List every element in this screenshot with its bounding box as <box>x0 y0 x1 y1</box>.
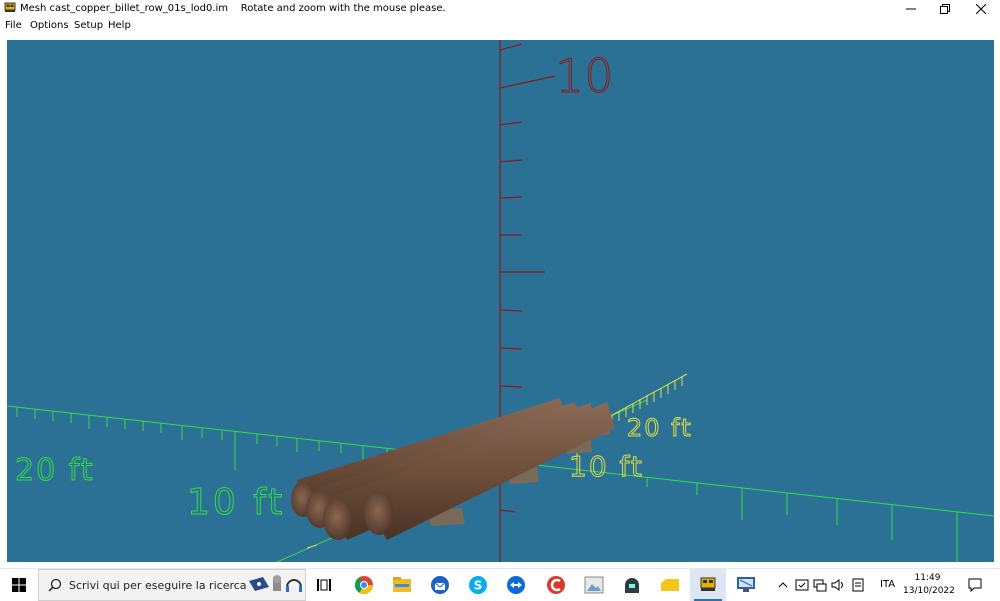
language-indicator[interactable]: ITA <box>880 578 895 591</box>
chrome-icon <box>355 576 373 595</box>
tray-security-button[interactable] <box>794 569 810 601</box>
right-axis-far-label: 20 ft <box>627 414 693 442</box>
cortana-widget-icon[interactable] <box>247 573 303 597</box>
chrome-button[interactable] <box>346 569 382 601</box>
folder-yellow-button[interactable] <box>652 569 688 601</box>
menu-options[interactable]: Options <box>30 19 69 32</box>
tray-overflow-button[interactable] <box>776 569 790 601</box>
search-icon <box>48 578 62 592</box>
search-placeholder: Scrivi qui per eseguire la ricerca <box>69 579 247 592</box>
teamviewer-icon <box>507 576 525 594</box>
file-explorer-button[interactable] <box>384 569 420 601</box>
menu-setup[interactable]: Setup <box>74 19 103 32</box>
left-axis-far-label: 20 ft <box>15 453 95 488</box>
svg-text:S: S <box>474 579 483 593</box>
ccleaner-button[interactable] <box>538 569 574 601</box>
vertical-scale-label: 10 <box>555 49 614 103</box>
3d-viewport[interactable]: 10 20 ft 10 ft 10 ft 20 ft <box>7 40 994 562</box>
network-icon <box>813 579 827 592</box>
restore-button[interactable] <box>930 0 960 17</box>
remote-desktop-button[interactable] <box>728 569 764 601</box>
window-title: Mesh cast_copper_billet_row_01s_lod0.im … <box>20 3 446 14</box>
left-axis-near-label: 10 ft <box>187 482 285 523</box>
vertical-axis <box>499 40 556 562</box>
clock-date[interactable]: 13/10/2022 <box>903 585 955 597</box>
volume-icon <box>831 579 843 591</box>
menu-bar: File Options Setup Help <box>0 17 1000 34</box>
document-icon <box>852 578 864 592</box>
image-viewer-icon <box>584 576 604 594</box>
title-bar: Mesh cast_copper_billet_row_01s_lod0.im … <box>0 0 1000 17</box>
folder-yellow-icon <box>661 579 679 591</box>
notification-icon <box>968 578 982 592</box>
shield-icon <box>795 579 809 591</box>
file-explorer-icon <box>393 577 411 592</box>
tray-app-button[interactable] <box>848 569 868 601</box>
minimize-button[interactable] <box>896 0 926 17</box>
taskbar: Scrivi qui per eseguire la ricerca S ITA… <box>0 568 1000 601</box>
train-app-icon <box>700 577 716 591</box>
menu-help[interactable]: Help <box>108 19 131 32</box>
skype-button[interactable]: S <box>460 569 496 601</box>
game-launcher-icon <box>625 578 639 593</box>
train-app-button[interactable] <box>690 569 726 601</box>
menu-file[interactable]: File <box>5 19 22 32</box>
tray-volume-button[interactable] <box>830 569 846 601</box>
right-axis-near-label: 10 ft <box>569 450 644 483</box>
windows-logo-icon <box>12 578 26 592</box>
thunderbird-button[interactable] <box>422 569 458 601</box>
ccleaner-icon <box>547 576 565 594</box>
train-app-icon <box>4 2 16 12</box>
task-view-button[interactable] <box>306 569 342 601</box>
restore-icon <box>940 3 950 14</box>
chevron-up-icon <box>778 582 788 588</box>
close-icon <box>976 3 986 14</box>
image-viewer-button[interactable] <box>576 569 612 601</box>
notifications-button[interactable] <box>962 569 988 601</box>
teamviewer-button[interactable] <box>498 569 534 601</box>
clock-time[interactable]: 11:49 <box>905 572 950 584</box>
minimize-icon <box>906 8 916 9</box>
game-launcher-button[interactable] <box>614 569 650 601</box>
close-button[interactable] <box>966 0 996 17</box>
tray-network-button[interactable] <box>812 569 828 601</box>
search-box[interactable]: Scrivi qui per eseguire la ricerca <box>38 569 306 601</box>
start-button[interactable] <box>0 569 38 601</box>
task-view-icon <box>317 579 331 591</box>
thunderbird-icon <box>431 576 449 594</box>
skype-icon: S <box>469 576 487 594</box>
remote-desktop-icon <box>737 577 755 592</box>
